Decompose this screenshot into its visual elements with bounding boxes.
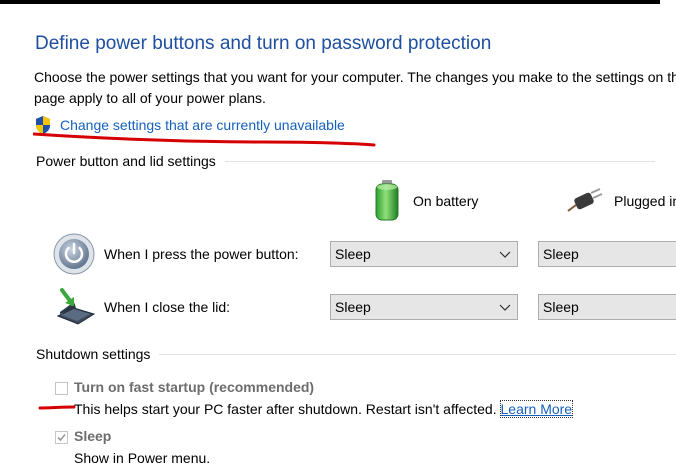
- shutdown-heading: Shutdown settings: [36, 346, 151, 362]
- plugged-column-label: Plugged in: [614, 193, 676, 209]
- power-button-label: When I press the power button:: [104, 246, 299, 262]
- learn-more-link[interactable]: Learn More: [499, 400, 574, 418]
- description-line-2: page apply to all of your power plans.: [34, 90, 266, 106]
- window-top-edge: [0, 0, 676, 4]
- power-button-plugged-value: Sleep: [543, 246, 579, 262]
- chevron-down-icon: [499, 251, 511, 258]
- fast-startup-label: Turn on fast startup (recommended): [74, 379, 315, 395]
- close-lid-battery-value: Sleep: [335, 299, 371, 315]
- battery-column-label: On battery: [413, 193, 479, 209]
- page-description: Choose the power settings that you want …: [34, 67, 676, 109]
- page-title: Define power buttons and turn on passwor…: [35, 33, 492, 54]
- power-plug-icon: [567, 188, 603, 212]
- sleep-description: Show in Power menu.: [74, 450, 211, 466]
- power-button-battery-value: Sleep: [335, 246, 371, 262]
- section-divider: [224, 160, 655, 162]
- power-lid-section-header: Power button and lid settings: [36, 153, 655, 169]
- sleep-label: Sleep: [74, 428, 112, 444]
- checkmark-icon: [57, 433, 66, 442]
- sleep-checkbox[interactable]: [55, 431, 68, 444]
- fast-startup-checkbox[interactable]: [55, 382, 68, 395]
- power-button-row: When I press the power button:: [52, 233, 299, 275]
- description-line-1: Choose the power settings that you want …: [34, 69, 676, 85]
- red-annotation-dash: [38, 405, 76, 410]
- chevron-down-icon: [499, 304, 511, 311]
- close-lid-battery-select[interactable]: Sleep: [330, 294, 518, 320]
- close-lid-row: When I close the lid:: [52, 286, 230, 328]
- close-lid-plugged-value: Sleep: [543, 299, 579, 315]
- power-button-battery-select[interactable]: Sleep: [330, 241, 518, 267]
- red-annotation-underline: [33, 132, 376, 147]
- battery-icon: [375, 180, 399, 221]
- fast-startup-description: This helps start your PC faster after sh…: [74, 400, 574, 418]
- laptop-lid-icon: [56, 288, 96, 325]
- power-button-icon: [53, 233, 95, 275]
- close-lid-plugged-select[interactable]: Sleep: [538, 294, 676, 320]
- close-lid-label: When I close the lid:: [104, 299, 231, 315]
- window-frame-corner: [660, 0, 676, 4]
- shutdown-section-header: Shutdown settings: [36, 346, 676, 362]
- section-divider: [159, 353, 676, 355]
- plugged-column-header: Plugged in: [566, 178, 676, 224]
- power-lid-heading: Power button and lid settings: [36, 153, 216, 169]
- power-button-plugged-select[interactable]: Sleep: [538, 241, 676, 267]
- fast-startup-description-text: This helps start your PC faster after sh…: [74, 401, 497, 417]
- battery-column-header: On battery: [371, 178, 478, 224]
